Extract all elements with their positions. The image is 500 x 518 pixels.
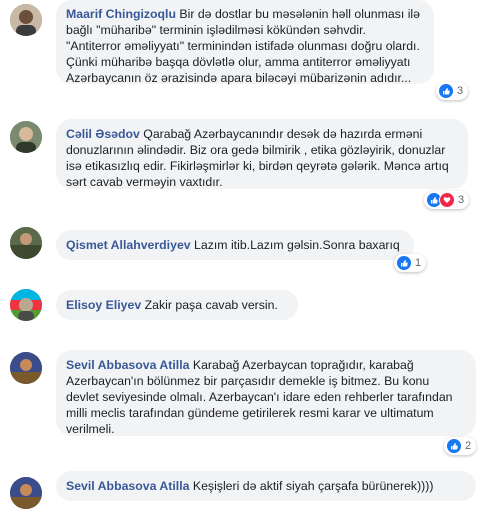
avatar[interactable] — [10, 289, 42, 321]
comment-author[interactable]: Elisoy Eliyev — [66, 298, 141, 312]
comment-text: Lazım itib.Lazım gəlsin.Sonra baxarıq — [190, 238, 400, 252]
avatar[interactable] — [10, 121, 42, 153]
comment-author[interactable]: Cəlil Əsədov — [66, 127, 140, 141]
like-icon — [438, 83, 454, 99]
avatar[interactable] — [10, 4, 42, 36]
comment-bubble: Elisoy Eliyev Zakir paşa cavab versin. — [56, 290, 298, 320]
comment-author[interactable]: Maarif Chingizoqlu — [66, 7, 176, 21]
comment-bubble: Sevil Abbasova Atilla Keşişleri də aktif… — [56, 471, 476, 501]
like-icon — [446, 438, 462, 454]
like-icon — [396, 255, 412, 271]
comment-author[interactable]: Sevil Abbasova Atilla — [66, 479, 189, 493]
reaction-count[interactable]: 1 — [394, 254, 427, 272]
avatar[interactable] — [10, 477, 42, 509]
comment-bubble: Maarif Chingizoqlu Bir də dostlar bu məs… — [56, 0, 434, 85]
comment-bubble: Cəlil Əsədov Qarabağ Azərbaycanındır des… — [56, 119, 468, 189]
comment-bubble: Sevil Abbasova Atilla Karabağ Azerbaycan… — [56, 350, 476, 436]
reaction-count[interactable]: 3 — [436, 82, 469, 100]
comment-author[interactable]: Qismet Allahverdiyev — [66, 238, 191, 252]
comment-bubble: Qismet Allahverdiyev Lazım itib.Lazım gə… — [56, 230, 414, 260]
comment-text: Zakir paşa cavab versin. — [141, 298, 278, 312]
avatar[interactable] — [10, 352, 42, 384]
love-icon — [439, 192, 455, 208]
reaction-count[interactable]: 3 — [424, 191, 470, 209]
comment-author[interactable]: Sevil Abbasova Atilla — [66, 358, 189, 372]
comment-text: Keşişleri də aktif siyah çarşafa bürüner… — [189, 479, 434, 493]
avatar[interactable] — [10, 227, 42, 259]
reaction-count[interactable]: 2 — [444, 437, 477, 455]
